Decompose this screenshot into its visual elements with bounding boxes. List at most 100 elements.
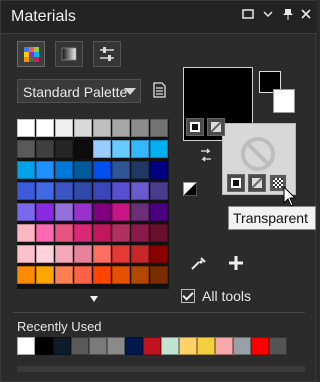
recent-color-swatch[interactable] xyxy=(71,337,89,355)
palette-swatch[interactable] xyxy=(93,182,111,200)
palette-swatch[interactable] xyxy=(55,266,73,284)
palette-swatch[interactable] xyxy=(93,119,111,137)
palette-swatch[interactable] xyxy=(74,203,92,221)
recent-color-swatch[interactable] xyxy=(215,337,233,355)
palette-swatch[interactable] xyxy=(74,140,92,158)
recent-color-swatch[interactable] xyxy=(125,337,143,355)
horizontal-scrollbar[interactable] xyxy=(17,366,305,372)
palette-swatch[interactable] xyxy=(36,161,54,179)
gradient-tab[interactable] xyxy=(55,41,83,67)
palette-swatch[interactable] xyxy=(131,182,149,200)
palette-swatch[interactable] xyxy=(93,245,111,263)
all-tools-checkbox[interactable] xyxy=(181,289,195,303)
recent-color-swatch[interactable] xyxy=(53,337,71,355)
palette-swatch[interactable] xyxy=(93,140,111,158)
palette-swatch[interactable] xyxy=(55,224,73,242)
palette-swatch[interactable] xyxy=(36,140,54,158)
recent-color-swatch[interactable] xyxy=(269,337,287,355)
recent-color-swatch[interactable] xyxy=(251,337,269,355)
pin-icon[interactable] xyxy=(279,7,297,25)
palette-swatch[interactable] xyxy=(36,203,54,221)
palette-swatch[interactable] xyxy=(55,140,73,158)
recent-color-swatch[interactable] xyxy=(107,337,125,355)
palette-swatch[interactable] xyxy=(74,182,92,200)
adjust-tab[interactable] xyxy=(93,41,121,67)
palette-swatch[interactable] xyxy=(17,119,35,137)
palette-swatch[interactable] xyxy=(17,266,35,284)
palette-swatch[interactable] xyxy=(93,161,111,179)
palette-swatch[interactable] xyxy=(150,266,168,284)
palette-swatch[interactable] xyxy=(150,140,168,158)
palette-swatch[interactable] xyxy=(55,245,73,263)
all-tools-toggle[interactable]: All tools xyxy=(181,288,301,307)
palette-swatch[interactable] xyxy=(93,203,111,221)
palette-swatch[interactable] xyxy=(112,203,130,221)
chevron-down-icon[interactable] xyxy=(259,7,277,25)
recent-color-swatch[interactable] xyxy=(17,337,35,355)
palette-swatch[interactable] xyxy=(74,119,92,137)
recent-color-swatch[interactable] xyxy=(35,337,53,355)
close-icon[interactable] xyxy=(297,7,315,25)
eyedropper-icon[interactable] xyxy=(189,254,207,277)
palette-manager-icon[interactable] xyxy=(151,81,167,99)
palette-swatch[interactable] xyxy=(36,266,54,284)
maximize-icon[interactable] xyxy=(239,7,257,25)
palette-swatch[interactable] xyxy=(131,140,149,158)
palette-swatch[interactable] xyxy=(74,245,92,263)
palette-swatch[interactable] xyxy=(150,182,168,200)
palette-swatch[interactable] xyxy=(55,203,73,221)
palette-swatch[interactable] xyxy=(112,266,130,284)
palette-swatch[interactable] xyxy=(131,266,149,284)
palette-swatch[interactable] xyxy=(36,224,54,242)
palette-swatch[interactable] xyxy=(74,224,92,242)
palette-swatch[interactable] xyxy=(55,182,73,200)
palette-swatch[interactable] xyxy=(131,203,149,221)
palette-swatch[interactable] xyxy=(112,119,130,137)
palette-swatch[interactable] xyxy=(93,224,111,242)
fg-gradient-chip[interactable] xyxy=(207,118,225,136)
palette-swatch[interactable] xyxy=(17,245,35,263)
reset-colors-icon[interactable] xyxy=(183,182,197,201)
palette-swatch[interactable] xyxy=(112,161,130,179)
palette-swatch[interactable] xyxy=(150,245,168,263)
mini-background[interactable] xyxy=(273,89,295,113)
palette-swatch[interactable] xyxy=(112,224,130,242)
recent-color-swatch[interactable] xyxy=(179,337,197,355)
palette-swatch[interactable] xyxy=(112,245,130,263)
palette-swatch[interactable] xyxy=(93,266,111,284)
recent-color-swatch[interactable] xyxy=(89,337,107,355)
palette-swatch[interactable] xyxy=(131,119,149,137)
palette-dropdown[interactable]: Standard Palette xyxy=(17,79,141,103)
palette-swatch[interactable] xyxy=(150,119,168,137)
palette-swatch[interactable] xyxy=(36,119,54,137)
recent-color-swatch[interactable] xyxy=(197,337,215,355)
palette-swatch[interactable] xyxy=(112,182,130,200)
palette-swatch[interactable] xyxy=(74,266,92,284)
swap-icon[interactable] xyxy=(198,147,214,168)
add-icon[interactable] xyxy=(227,254,245,277)
palette-swatch[interactable] xyxy=(17,182,35,200)
palette-swatch[interactable] xyxy=(112,140,130,158)
palette-swatch[interactable] xyxy=(150,224,168,242)
palette-swatch[interactable] xyxy=(150,161,168,179)
palette-swatch[interactable] xyxy=(17,161,35,179)
chevron-down-icon[interactable] xyxy=(90,296,98,302)
palette-swatch[interactable] xyxy=(131,224,149,242)
palette-swatch[interactable] xyxy=(55,119,73,137)
palette-swatch[interactable] xyxy=(36,182,54,200)
palette-swatch[interactable] xyxy=(17,203,35,221)
palette-swatch[interactable] xyxy=(74,161,92,179)
palette-swatch[interactable] xyxy=(131,161,149,179)
palette-swatch[interactable] xyxy=(17,224,35,242)
palette-swatch[interactable] xyxy=(150,203,168,221)
palette-swatch[interactable] xyxy=(17,140,35,158)
fg-solid-chip[interactable] xyxy=(186,118,204,136)
recent-color-swatch[interactable] xyxy=(143,337,161,355)
recent-color-swatch[interactable] xyxy=(233,337,251,355)
palette-swatch[interactable] xyxy=(55,161,73,179)
bg-solid-chip[interactable] xyxy=(227,174,245,192)
palette-tab[interactable] xyxy=(17,41,45,67)
palette-swatch[interactable] xyxy=(36,245,54,263)
recent-color-swatch[interactable] xyxy=(161,337,179,355)
bg-gradient-chip[interactable] xyxy=(248,174,266,192)
